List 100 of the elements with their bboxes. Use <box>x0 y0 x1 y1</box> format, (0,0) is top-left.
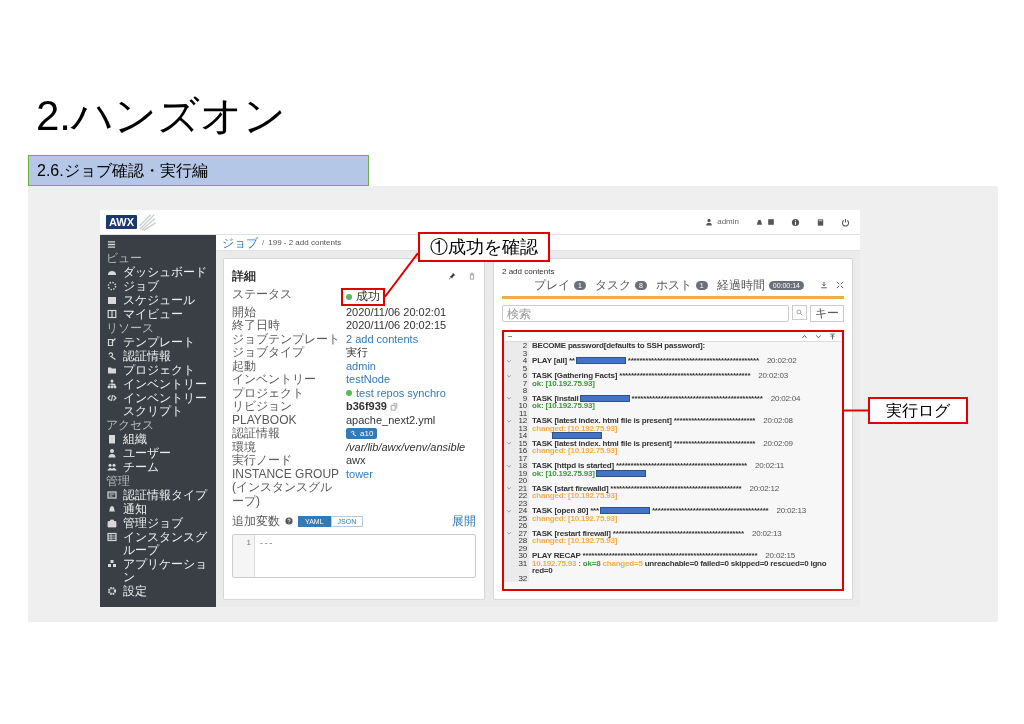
line-number: 24 <box>517 507 527 515</box>
sidebar-item[interactable]: テンプレート <box>100 335 216 349</box>
sidebar-item[interactable]: 通知 <box>100 502 216 516</box>
field-label: PLAYBOOK <box>232 413 298 427</box>
sidebar-item[interactable]: スケジュール <box>100 293 216 307</box>
slide-title: 2.ハンズオン <box>36 91 287 141</box>
sidebar-item[interactable]: インベントリー <box>100 377 216 391</box>
log-text: TASK [restart firewall] ********************************************* <box>532 528 744 538</box>
field-label: 環境 <box>232 440 257 454</box>
field-label: リビジョン <box>232 400 293 414</box>
field-label: 実行ノード <box>232 454 293 468</box>
line-number: 12 <box>517 417 527 425</box>
field-label: ステータス <box>232 288 293 303</box>
sidebar-item[interactable]: 認証情報タイプ <box>100 488 216 502</box>
line-number: 1 <box>245 537 251 548</box>
user-name[interactable]: admin <box>717 216 739 228</box>
line-number: 31 <box>517 559 527 570</box>
line-number: 18 <box>517 462 527 470</box>
code-editor[interactable]: 1 --- <box>232 534 476 578</box>
line-number: 29 <box>517 544 527 552</box>
field-link[interactable]: tower <box>346 467 373 480</box>
log-timestamp: 20:02:12 <box>749 483 780 493</box>
status-text: 成功 <box>356 290 380 304</box>
sidebar-item[interactable]: インスタンスグループ <box>100 530 216 557</box>
line-number: 14 <box>517 432 527 440</box>
log-text: red=0 <box>532 567 554 575</box>
log-timestamp: 20:02:13 <box>751 528 782 538</box>
log-text: TASK [open 80] *** <box>532 506 599 515</box>
sidebar-item[interactable]: ダッシュボード <box>100 265 216 279</box>
field-value: 2020/11/06 20:02:15 <box>346 319 448 333</box>
credential-tag[interactable]: a10 <box>346 428 378 439</box>
field-value: apache_next2.yml <box>346 413 437 427</box>
log-timestamp: 20:02:09 <box>763 438 793 448</box>
field-value: 2020/11/06 20:02:01 <box>346 305 448 319</box>
log-text: TASK [start firewalld] ********************************************* <box>532 483 742 493</box>
sidebar-item[interactable]: 組織 <box>100 432 216 446</box>
card-title: 2 add contents <box>502 267 556 277</box>
awx-logo: AWX <box>106 215 138 229</box>
breadcrumb-current: 199 - 2 add contents <box>268 236 342 249</box>
search-field[interactable]: 検索 <box>502 305 789 322</box>
field-label: 認証情報 <box>232 427 281 441</box>
log-text: ********************************************* <box>627 356 759 365</box>
log-text: changed=5 <box>602 558 643 568</box>
sidebar-item[interactable]: インベントリースクリプト <box>100 391 216 418</box>
field-label: 起動 <box>232 359 257 373</box>
expand-link[interactable]: 展開 <box>452 512 476 530</box>
log-timestamp: 20:02:03 <box>758 371 788 380</box>
field-link[interactable]: 2 add contents <box>346 332 419 345</box>
field-label: 終了日時 <box>232 319 281 333</box>
sidebar-item[interactable]: 設定 <box>100 584 216 598</box>
log-text: PLAY RECAP ************************************************************ <box>532 551 758 560</box>
sidebar-item[interactable]: マイビュー <box>100 307 216 321</box>
sidebar-item[interactable]: 認証情報 <box>100 349 216 363</box>
sidebar-item[interactable]: アプリケーション <box>100 557 216 584</box>
field-label: INSTANCE GROUP (インスタンスグループ) <box>232 467 340 508</box>
log-text: TASK [latest index. html file is present] **************************** <box>532 438 756 448</box>
count-label: 経過時間 <box>716 278 765 292</box>
sidebar-item[interactable]: プロジェクト <box>100 363 216 377</box>
count-label: ホスト <box>655 278 692 292</box>
sidebar-item[interactable]: ユーザー <box>100 446 216 460</box>
line-number: 13 <box>517 424 527 432</box>
callout-box: 実行ログ <box>868 397 968 424</box>
breadcrumb-link[interactable]: ジョブ <box>222 235 258 250</box>
field-label: インベントリー <box>232 373 317 387</box>
log-text: PLAY [all] ** <box>532 356 575 365</box>
field-value: b36f939 <box>346 400 387 414</box>
field-value: 実行 <box>346 346 369 360</box>
code-text: --- <box>259 537 274 548</box>
line-number: 10 <box>517 402 527 410</box>
sidebar-item[interactable]: 管理ジョブ <box>100 516 216 530</box>
collapse-button[interactable]: − <box>508 332 513 341</box>
sidebar-heading: リソース <box>105 321 155 335</box>
line-number: 8 <box>521 387 527 395</box>
line-number: 22 <box>517 492 527 500</box>
field-link[interactable]: testNode <box>346 373 391 385</box>
log-text: BECOME password[defaults to SSH password]: <box>532 342 705 350</box>
field-label: 追加変数 <box>232 513 280 530</box>
line-number: 7 <box>521 379 527 387</box>
line-number: 17 <box>517 454 527 462</box>
log-text: TASK [latest index. html file is present] **************************** <box>532 416 756 425</box>
log-timestamp: 20:02:15 <box>765 551 795 560</box>
field-link[interactable]: admin <box>346 359 376 372</box>
field-link[interactable]: test repos synchro <box>356 386 446 400</box>
key-button[interactable]: キー <box>810 305 844 322</box>
line-number: 19 <box>517 469 527 477</box>
log-text: TASK [httpd is started] ********************************************* <box>532 461 748 470</box>
line-number: 3 <box>521 349 527 357</box>
log-timestamp: 20:02:08 <box>763 416 793 425</box>
count-label: タスク <box>594 278 631 292</box>
log-timestamp: 20:02:02 <box>766 356 797 365</box>
log-text: : ok=8 <box>578 558 601 568</box>
line-number: 9 <box>521 394 527 402</box>
log-timestamp: 20:02:11 <box>755 461 784 470</box>
line-number: 11 <box>518 409 527 417</box>
line-number: 20 <box>517 477 527 485</box>
log-text: 10.192.75.93 <box>532 558 577 568</box>
sidebar-item[interactable]: ジョブ <box>100 279 216 293</box>
field-value: awx <box>346 454 367 468</box>
sidebar-item[interactable]: チーム <box>100 460 216 474</box>
log-text: **************************************** <box>651 506 769 515</box>
